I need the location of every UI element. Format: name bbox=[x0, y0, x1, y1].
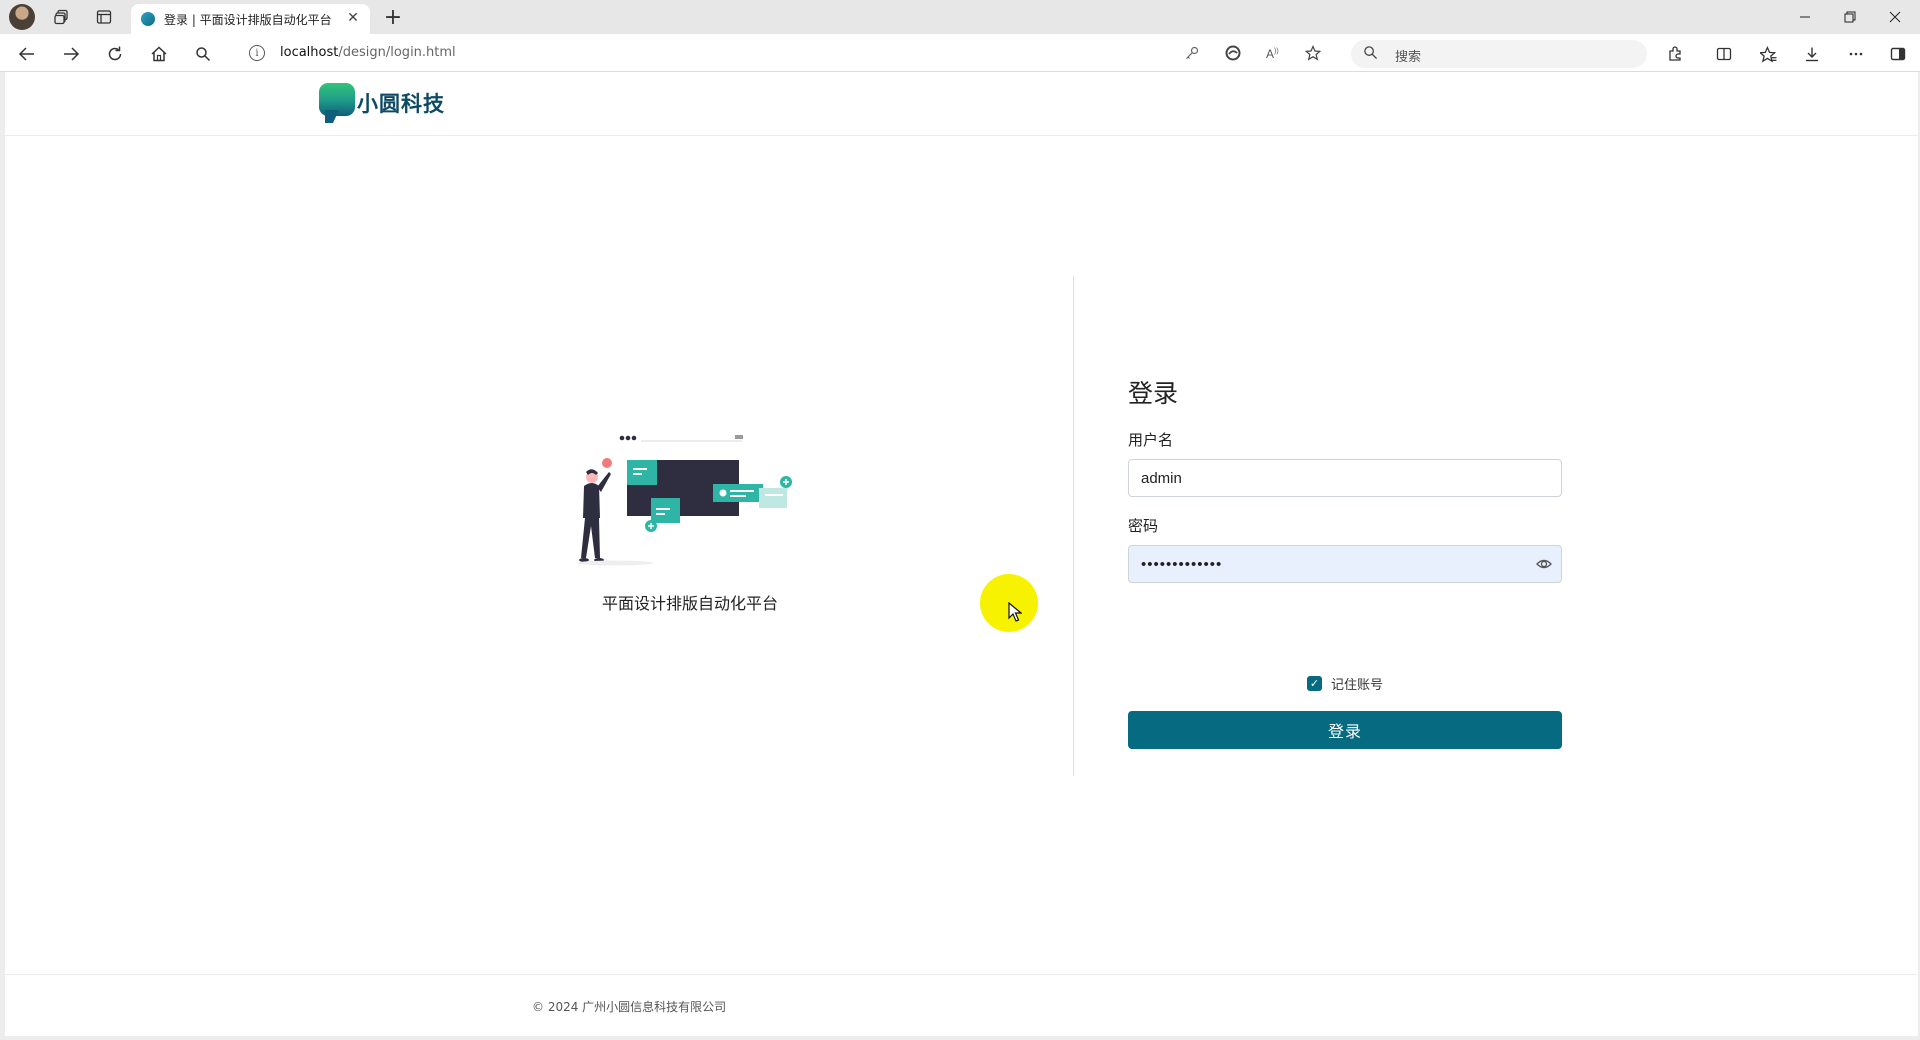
home-icon[interactable] bbox=[146, 41, 172, 67]
login-page: 小圆科技 平面设计排版自动化平台 登录 用户名 admin 密码 •••••••… bbox=[5, 72, 1918, 1038]
svg-text:)): )) bbox=[1274, 48, 1279, 55]
url-text[interactable]: localhost/design/login.html bbox=[280, 45, 456, 60]
refresh-icon[interactable] bbox=[102, 41, 128, 67]
close-tab-icon[interactable]: ✕ bbox=[344, 9, 362, 27]
tab-actions-icon[interactable] bbox=[92, 5, 116, 29]
brand-logo[interactable]: 小圆科技 bbox=[319, 83, 445, 123]
favorites-icon[interactable] bbox=[1755, 41, 1781, 67]
address-bar[interactable]: i localhost/design/login.html A)) bbox=[235, 39, 1345, 67]
remember-checkbox[interactable]: ✓ bbox=[1307, 676, 1322, 691]
url-path: /design/login.html bbox=[338, 45, 456, 60]
profile-avatar[interactable] bbox=[9, 4, 35, 30]
search-icon[interactable] bbox=[190, 41, 216, 67]
new-tab-plus-icon[interactable]: + bbox=[380, 4, 406, 30]
presentation-illustration bbox=[575, 430, 811, 570]
restore-icon[interactable] bbox=[1828, 0, 1872, 34]
back-arrow-icon[interactable] bbox=[14, 41, 40, 67]
window-close-icon[interactable] bbox=[1873, 0, 1917, 34]
key-icon[interactable] bbox=[1181, 42, 1203, 64]
username-input[interactable]: admin bbox=[1128, 459, 1562, 497]
platform-caption: 平面设计排版自动化平台 bbox=[601, 594, 778, 613]
login-title: 登录 bbox=[1128, 379, 1179, 408]
active-tab[interactable]: 登录 | 平面设计排版自动化平台 ✕ bbox=[131, 4, 370, 34]
split-screen-icon[interactable] bbox=[1711, 41, 1737, 67]
password-label: 密码 bbox=[1128, 517, 1159, 535]
site-favicon-icon bbox=[141, 12, 155, 26]
search-placeholder: 搜索 bbox=[1395, 50, 1422, 65]
minimize-icon[interactable] bbox=[1783, 0, 1827, 34]
extensions-icon[interactable] bbox=[1662, 41, 1688, 67]
login-button[interactable]: 登录 bbox=[1128, 711, 1562, 749]
page-footer: © 2024 广州小圆信息科技有限公司 bbox=[5, 974, 1918, 1038]
password-value: ••••••••••••• bbox=[1141, 555, 1223, 573]
logo-bubble-icon bbox=[319, 83, 355, 123]
browser-essentials-icon[interactable] bbox=[1222, 42, 1244, 64]
site-info-icon[interactable]: i bbox=[249, 45, 265, 61]
page-header: 小圆科技 bbox=[5, 72, 1918, 136]
mouse-pointer-icon bbox=[1008, 601, 1023, 622]
remember-account[interactable]: ✓ 记住账号 bbox=[1307, 674, 1383, 693]
window-frame-left bbox=[0, 72, 5, 1040]
browser-tab-bar: 登录 | 平面设计排版自动化平台 ✕ + bbox=[0, 0, 1920, 34]
workspaces-icon[interactable] bbox=[50, 5, 74, 29]
window-frame-bottom bbox=[0, 1036, 1920, 1040]
download-icon[interactable] bbox=[1799, 41, 1825, 67]
forward-arrow-icon[interactable] bbox=[58, 41, 84, 67]
logo-text: 小圆科技 bbox=[357, 92, 445, 116]
favorite-star-icon[interactable] bbox=[1302, 42, 1324, 64]
password-input[interactable]: ••••••••••••• bbox=[1128, 545, 1562, 583]
browser-search-box[interactable]: 搜索 bbox=[1351, 40, 1647, 68]
browser-nav-bar: i localhost/design/login.html A)) 搜索 bbox=[0, 34, 1920, 72]
username-value: admin bbox=[1141, 469, 1182, 487]
username-label: 用户名 bbox=[1128, 431, 1174, 449]
sidebar-icon[interactable] bbox=[1885, 41, 1911, 67]
remember-label: 记住账号 bbox=[1331, 678, 1384, 693]
svg-text:A: A bbox=[1266, 47, 1274, 61]
tab-title: 登录 | 平面设计排版自动化平台 bbox=[164, 12, 332, 27]
more-icon[interactable] bbox=[1843, 41, 1869, 67]
show-password-eye-icon[interactable] bbox=[1535, 555, 1553, 573]
url-host: localhost bbox=[280, 45, 339, 60]
vertical-divider bbox=[1073, 276, 1074, 776]
search-box-icon bbox=[1363, 45, 1378, 64]
copyright-text: © 2024 广州小圆信息科技有限公司 bbox=[532, 1000, 727, 1014]
read-aloud-icon[interactable]: A)) bbox=[1262, 42, 1284, 64]
